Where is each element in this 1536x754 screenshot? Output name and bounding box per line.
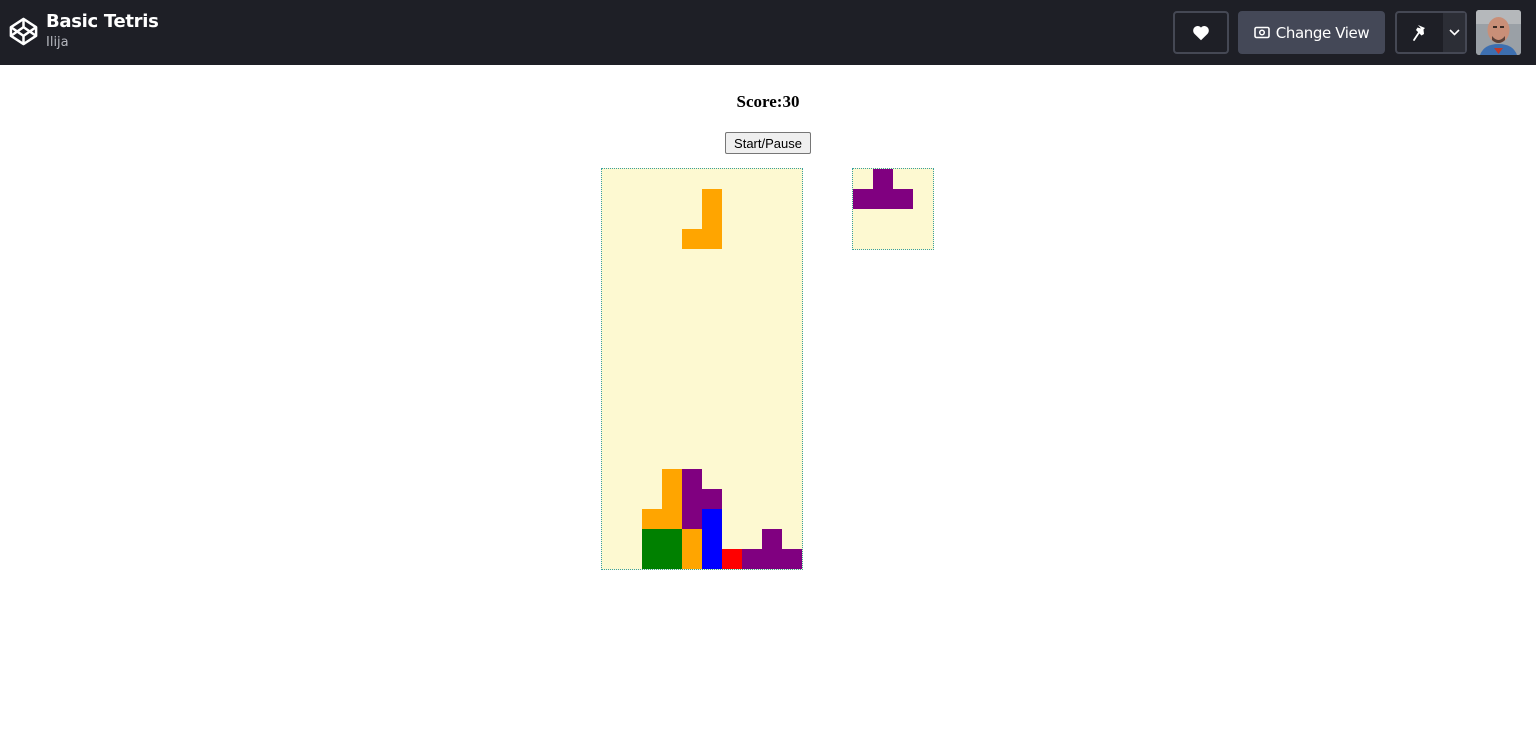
next-piece-block-purple (853, 189, 873, 209)
board-block-purple (682, 489, 702, 509)
board-block-green (662, 529, 682, 549)
board-block-blue (702, 509, 722, 529)
board-block-blue (702, 549, 722, 569)
score-display: Score:30 (736, 92, 800, 111)
pin-button[interactable] (1397, 13, 1443, 52)
board-block-purple (782, 549, 802, 569)
pin-options-button[interactable] (1443, 13, 1465, 52)
board-block-orange (662, 489, 682, 509)
top-bar: Basic Tetris Ilija Change View (0, 0, 1536, 65)
board-block-green (642, 529, 662, 549)
board-block-orange (702, 189, 722, 209)
pen-author[interactable]: Ilija (46, 35, 69, 51)
board-block-orange (702, 209, 722, 229)
next-piece-block-purple (873, 169, 893, 189)
heart-icon (1193, 25, 1209, 40)
board-block-purple (682, 469, 702, 489)
board-block-purple (762, 549, 782, 569)
board-block-purple (742, 549, 762, 569)
board-block-purple (682, 509, 702, 529)
pen-title[interactable]: Basic Tetris (46, 11, 159, 33)
like-button[interactable] (1173, 11, 1229, 54)
board-block-green (662, 549, 682, 569)
board-block-orange (682, 229, 702, 249)
pin-button-group (1395, 11, 1467, 54)
board-block-orange (682, 549, 702, 569)
board-block-red (722, 549, 742, 569)
user-avatar[interactable] (1476, 10, 1521, 55)
next-piece-block-purple (873, 189, 893, 209)
board-block-orange (702, 229, 722, 249)
board-block-orange (682, 529, 702, 549)
change-view-button[interactable]: Change View (1238, 11, 1385, 54)
codepen-logo-icon[interactable] (8, 16, 39, 47)
board-block-green (642, 549, 662, 569)
board-block-orange (642, 509, 662, 529)
start-pause-button[interactable]: Start/Pause (725, 132, 811, 154)
board-block-orange (662, 509, 682, 529)
next-piece-preview (852, 168, 934, 250)
change-view-label: Change View (1275, 23, 1370, 42)
game-board (601, 168, 803, 570)
board-block-orange (662, 469, 682, 489)
next-piece-block-purple (893, 189, 913, 209)
board-block-purple (702, 489, 722, 509)
board-block-purple (762, 529, 782, 549)
eye-icon (1253, 26, 1270, 39)
chevron-down-icon (1448, 29, 1460, 36)
board-block-blue (702, 529, 722, 549)
pin-icon (1413, 24, 1425, 41)
